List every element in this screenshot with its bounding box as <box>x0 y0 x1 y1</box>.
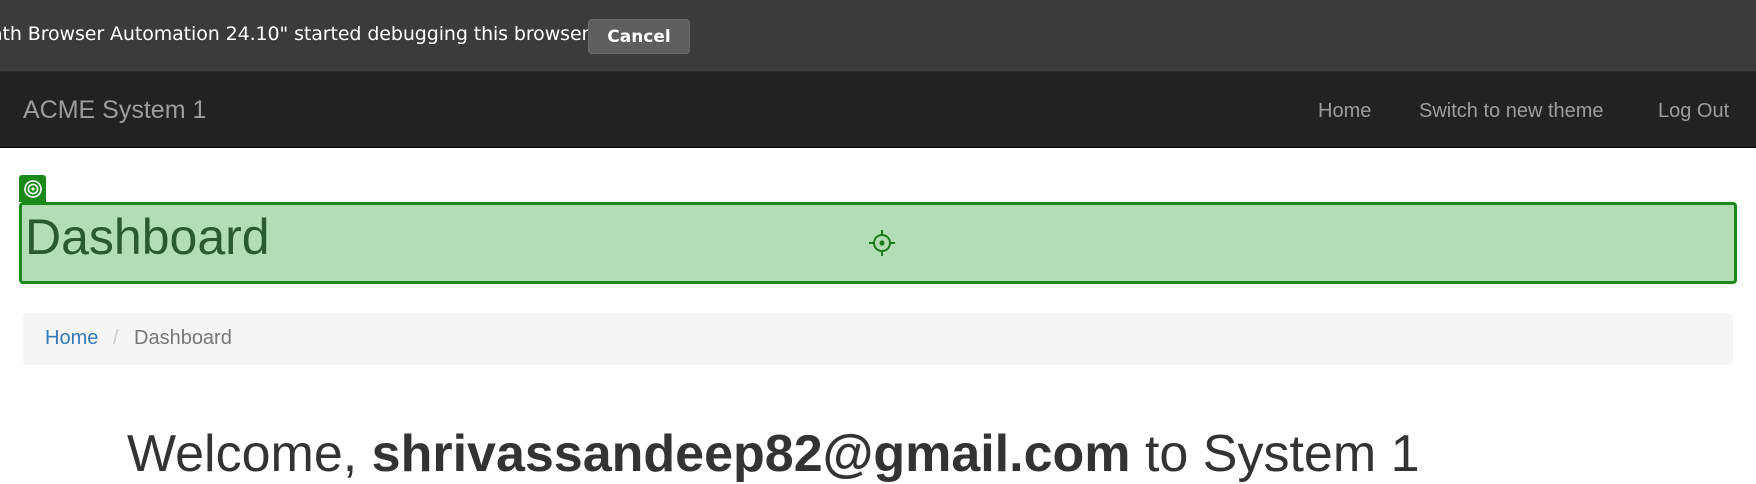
nav-switch-theme-link[interactable]: Switch to new theme <box>1419 100 1604 123</box>
debugging-infobar: ath Browser Automation 24.10" started de… <box>0 0 1756 72</box>
debugging-message: ath Browser Automation 24.10" started de… <box>0 23 590 45</box>
nav-home-link[interactable]: Home <box>1318 100 1371 123</box>
page-title: Dashboard <box>25 209 270 265</box>
breadcrumb-current: Dashboard <box>134 327 232 349</box>
element-highlight-overlay: Dashboard <box>19 202 1737 284</box>
top-navbar: ACME System 1 Home Switch to new theme L… <box>0 72 1756 148</box>
target-icon <box>19 175 46 202</box>
nav-logout-link[interactable]: Log Out <box>1658 100 1729 123</box>
welcome-suffix: to System 1 <box>1144 425 1420 483</box>
cancel-debugging-button[interactable]: Cancel <box>588 19 690 54</box>
crosshair-icon <box>868 229 896 257</box>
breadcrumb: Home / Dashboard <box>23 313 1733 365</box>
welcome-username: shrivassandeep82@gmail.com <box>371 425 1131 483</box>
welcome-message: Welcome, shrivassandeep82@gmail.com to S… <box>127 424 1420 484</box>
welcome-prefix: Welcome, <box>127 425 358 483</box>
breadcrumb-separator: / <box>113 327 119 349</box>
breadcrumb-home-link[interactable]: Home <box>45 327 98 350</box>
navbar-brand[interactable]: ACME System 1 <box>23 96 206 125</box>
